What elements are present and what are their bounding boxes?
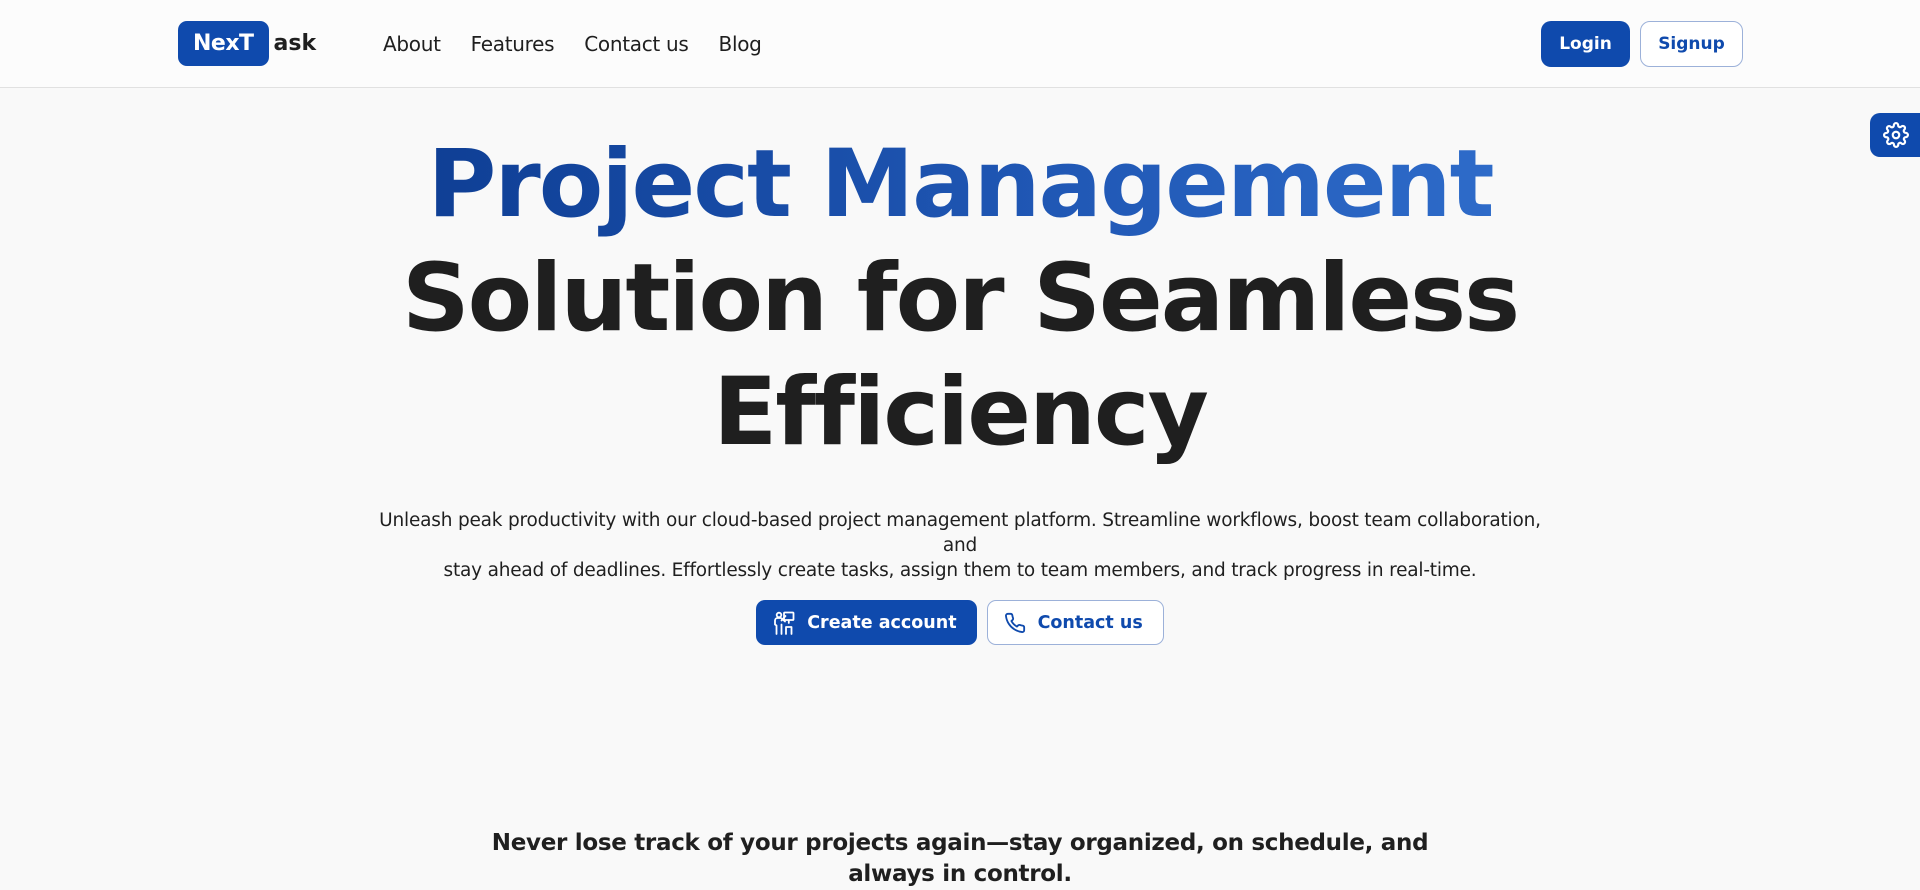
login-button[interactable]: Login	[1541, 21, 1630, 67]
logo-text: ask	[273, 31, 317, 56]
hero-subtitle-line1: Unleash peak productivity with our cloud…	[379, 510, 1541, 556]
phone-icon	[1004, 612, 1026, 634]
create-account-button[interactable]: Create account	[756, 600, 977, 645]
nav-link-contact[interactable]: Contact us	[584, 32, 689, 56]
hero-subtitle: Unleash peak productivity with our cloud…	[360, 508, 1560, 583]
hero-title: Project Management Solution for Seamless…	[0, 128, 1920, 470]
create-account-label: Create account	[807, 612, 957, 633]
contact-us-label: Contact us	[1037, 612, 1143, 633]
top-navbar: NexT ask About Features Contact us Blog …	[0, 0, 1920, 88]
nav-link-features[interactable]: Features	[471, 32, 555, 56]
contact-us-button[interactable]: Contact us	[986, 600, 1164, 645]
hero-subtitle-line2: stay ahead of deadlines. Effortlessly cr…	[443, 560, 1477, 581]
hero-title-highlight: Project Management	[427, 130, 1494, 239]
presenter-icon	[773, 611, 795, 635]
tagline-line1: Never lose track of your projects again—…	[491, 830, 1429, 856]
signup-button[interactable]: Signup	[1640, 21, 1743, 67]
nav-link-about[interactable]: About	[383, 32, 441, 56]
brand-logo[interactable]: NexT ask	[178, 21, 316, 66]
logo-box: NexT	[178, 21, 269, 66]
main-nav: About Features Contact us Blog	[383, 28, 762, 60]
hero-title-line2: Solution for Seamless	[401, 244, 1520, 353]
section-tagline: Never lose track of your projects again—…	[460, 828, 1460, 890]
tagline-line2: always in control.	[848, 861, 1072, 887]
nav-link-blog[interactable]: Blog	[719, 32, 762, 56]
hero-title-line3: Efficiency	[713, 358, 1209, 467]
hero-cta-group: Create account Contact us	[0, 600, 1920, 645]
